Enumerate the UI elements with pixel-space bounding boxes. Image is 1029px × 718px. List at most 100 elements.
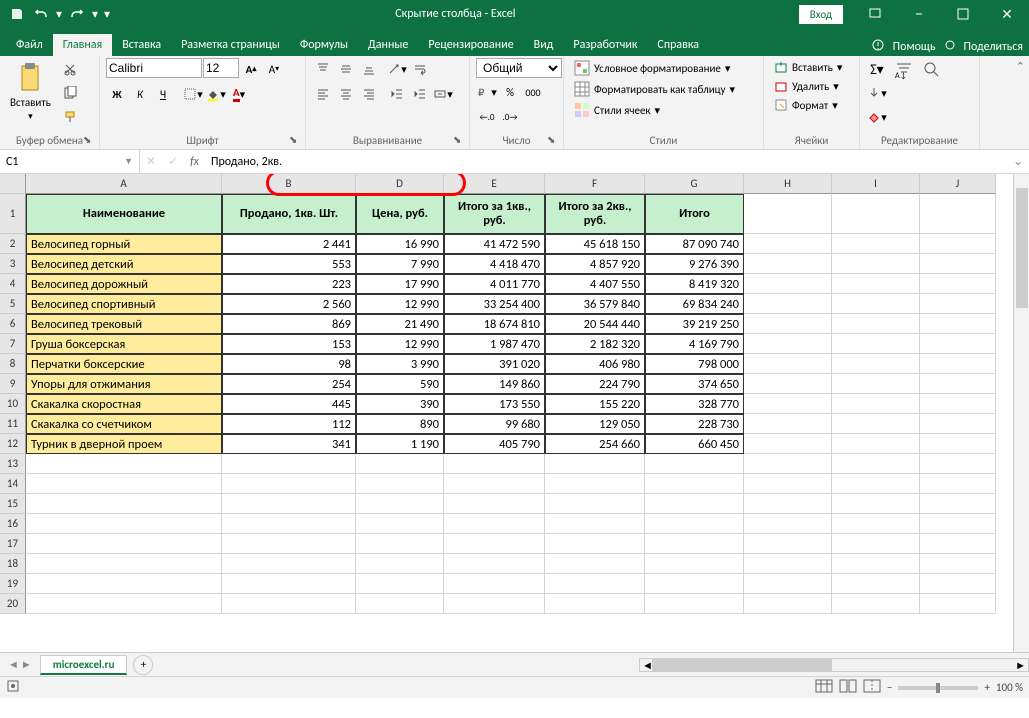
empty-cell[interactable] — [920, 454, 996, 474]
table-cell-value[interactable]: 18 674 810 — [444, 314, 545, 334]
font-name-combo[interactable] — [106, 58, 202, 78]
empty-cell[interactable] — [444, 514, 545, 534]
empty-cell[interactable] — [744, 274, 832, 294]
record-macro-icon[interactable] — [6, 679, 20, 696]
empty-cell[interactable] — [222, 594, 356, 614]
empty-cell[interactable] — [26, 554, 222, 574]
borders-icon[interactable]: ▾ — [182, 83, 204, 105]
tab-формулы[interactable]: Формулы — [290, 34, 358, 56]
currency-icon[interactable]: ₽▾ — [476, 81, 498, 103]
empty-cell[interactable] — [920, 574, 996, 594]
empty-cell[interactable] — [444, 454, 545, 474]
empty-cell[interactable] — [645, 474, 744, 494]
share-button[interactable]: Поделиться — [964, 40, 1023, 54]
empty-cell[interactable] — [26, 534, 222, 554]
row-header[interactable]: 8 — [0, 354, 26, 374]
table-cell-value[interactable]: 9 276 390 — [645, 254, 744, 274]
empty-cell[interactable] — [26, 494, 222, 514]
empty-cell[interactable] — [832, 234, 920, 254]
shrink-font-icon[interactable]: A▾ — [263, 58, 285, 80]
column-header-E[interactable]: E — [444, 174, 545, 194]
new-sheet-button[interactable]: + — [133, 655, 153, 675]
empty-cell[interactable] — [222, 474, 356, 494]
empty-cell[interactable] — [356, 494, 444, 514]
empty-cell[interactable] — [920, 334, 996, 354]
table-cell-value[interactable]: 406 980 — [545, 354, 645, 374]
empty-cell[interactable] — [920, 534, 996, 554]
table-cell-value[interactable]: 4 857 920 — [545, 254, 645, 274]
zoom-slider[interactable] — [898, 686, 978, 690]
empty-cell[interactable] — [832, 494, 920, 514]
table-cell-value[interactable]: 553 — [222, 254, 356, 274]
empty-cell[interactable] — [920, 554, 996, 574]
empty-cell[interactable] — [832, 474, 920, 494]
empty-cell[interactable] — [356, 554, 444, 574]
empty-cell[interactable] — [832, 194, 920, 234]
empty-cell[interactable] — [920, 254, 996, 274]
row-header[interactable]: 3 — [0, 254, 26, 274]
tab-вид[interactable]: Вид — [524, 34, 564, 56]
number-format-combo[interactable]: Общий — [476, 58, 562, 78]
align-left-icon[interactable] — [312, 83, 334, 105]
table-cell-value[interactable]: 4 407 550 — [545, 274, 645, 294]
empty-cell[interactable] — [222, 554, 356, 574]
empty-cell[interactable] — [222, 534, 356, 554]
table-cell-value[interactable]: 21 490 — [356, 314, 444, 334]
zoom-in-icon[interactable]: + — [984, 681, 989, 694]
table-cell-name[interactable]: Груша боксерская — [26, 334, 222, 354]
align-center-icon[interactable] — [335, 83, 357, 105]
column-header-H[interactable]: H — [744, 174, 832, 194]
table-header[interactable]: Наименование — [26, 194, 222, 234]
empty-cell[interactable] — [832, 454, 920, 474]
view-normal-icon[interactable] — [815, 679, 833, 696]
empty-cell[interactable] — [545, 574, 645, 594]
maximize-icon[interactable] — [941, 0, 985, 28]
empty-cell[interactable] — [744, 534, 832, 554]
empty-cell[interactable] — [920, 414, 996, 434]
column-header-J[interactable]: J — [920, 174, 996, 194]
tab-разметка страницы[interactable]: Разметка страницы — [171, 34, 290, 56]
empty-cell[interactable] — [744, 374, 832, 394]
table-cell-value[interactable]: 3 990 — [356, 354, 444, 374]
empty-cell[interactable] — [832, 294, 920, 314]
empty-cell[interactable] — [920, 194, 996, 234]
table-cell-value[interactable]: 228 730 — [645, 414, 744, 434]
wrap-text-icon[interactable] — [409, 58, 431, 80]
enter-formula-icon[interactable]: ✓ — [162, 154, 184, 169]
tab-разработчик[interactable]: Разработчик — [563, 34, 647, 56]
tab-главная[interactable]: Главная — [53, 34, 112, 56]
table-cell-value[interactable]: 112 — [222, 414, 356, 434]
empty-cell[interactable] — [26, 594, 222, 614]
orientation-icon[interactable]: ▾ — [386, 58, 408, 80]
qat-customize-icon[interactable]: ▾ — [102, 3, 112, 25]
row-header[interactable]: 4 — [0, 274, 26, 294]
format-cells-button[interactable]: Формат▾ — [770, 96, 842, 114]
empty-cell[interactable] — [545, 534, 645, 554]
row-header[interactable]: 6 — [0, 314, 26, 334]
table-cell-name[interactable]: Велосипед спортивный — [26, 294, 222, 314]
autosum-icon[interactable]: Σ▾ — [866, 58, 888, 80]
align-launcher-icon[interactable]: ⬊ — [453, 133, 467, 147]
table-cell-name[interactable]: Упоры для отжимания — [26, 374, 222, 394]
table-cell-value[interactable]: 4 418 470 — [444, 254, 545, 274]
empty-cell[interactable] — [444, 554, 545, 574]
empty-cell[interactable] — [920, 474, 996, 494]
table-cell-value[interactable]: 8 419 320 — [645, 274, 744, 294]
table-cell-name[interactable]: Скакалка скоростная — [26, 394, 222, 414]
table-header[interactable]: Итого — [645, 194, 744, 234]
empty-cell[interactable] — [744, 514, 832, 534]
table-cell-value[interactable]: 153 — [222, 334, 356, 354]
empty-cell[interactable] — [26, 574, 222, 594]
table-cell-value[interactable]: 7 990 — [356, 254, 444, 274]
zoom-level[interactable]: 100 % — [996, 681, 1023, 694]
empty-cell[interactable] — [744, 354, 832, 374]
tab-рецензирование[interactable]: Рецензирование — [418, 34, 523, 56]
ribbon-display-icon[interactable] — [853, 0, 897, 28]
empty-cell[interactable] — [545, 594, 645, 614]
empty-cell[interactable] — [744, 294, 832, 314]
empty-cell[interactable] — [645, 594, 744, 614]
align-right-icon[interactable] — [358, 83, 380, 105]
table-cell-value[interactable]: 20 544 440 — [545, 314, 645, 334]
table-cell-name[interactable]: Перчатки боксерские — [26, 354, 222, 374]
empty-cell[interactable] — [920, 494, 996, 514]
